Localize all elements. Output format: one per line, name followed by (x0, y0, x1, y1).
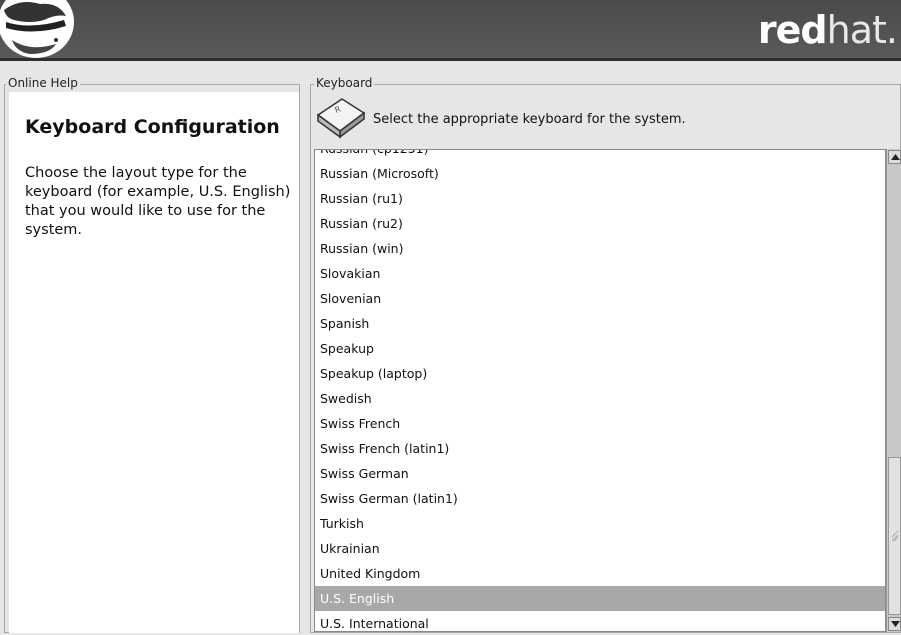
help-text: Choose the layout type for the keyboard … (25, 165, 291, 238)
header-banner: redhat. (0, 0, 901, 58)
keyboard-list-item[interactable]: Speakup (laptop) (315, 361, 885, 386)
keyboard-instruction: Select the appropriate keyboard for the … (373, 112, 686, 127)
keyboard-list-item[interactable]: Russian (Microsoft) (315, 161, 885, 186)
keyboard-list-item[interactable]: Russian (ru1) (315, 186, 885, 211)
keyboard-list-item[interactable]: Swiss French (315, 411, 885, 436)
keyboard-list-item[interactable]: Russian (cp1251) (315, 150, 885, 161)
help-title: Keyboard Configuration (25, 116, 280, 138)
online-help-label: Online Help (6, 76, 80, 90)
arrow-down-icon (891, 621, 900, 627)
banner-divider (0, 58, 901, 61)
brand-wordmark: redhat. (757, 8, 898, 52)
keyboard-list-items: Russian (cp1251)Russian (Microsoft)Russi… (315, 150, 885, 631)
brand-light: hat. (826, 8, 898, 52)
grip-icon (891, 530, 899, 542)
keyboard-list-item[interactable]: U.S. International (315, 611, 885, 631)
list-scrollbar[interactable] (886, 149, 901, 632)
arrow-up-icon (891, 154, 900, 160)
keyboard-list-item[interactable]: Slovakian (315, 261, 885, 286)
keyboard-list-item[interactable]: Turkish (315, 511, 885, 536)
keyboard-list-item[interactable]: Ukrainian (315, 536, 885, 561)
keyboard-list-item[interactable]: U.S. English (315, 586, 885, 611)
keyboard-list-item[interactable]: Swiss German (315, 461, 885, 486)
shadowman-logo (0, 0, 74, 58)
keyboard-label: Keyboard (314, 76, 375, 90)
keyboard-list-item[interactable]: Slovenian (315, 286, 885, 311)
keyboard-key-icon: R (316, 98, 366, 139)
keyboard-list-item[interactable]: Swiss German (latin1) (315, 486, 885, 511)
keyboard-list[interactable]: Russian (cp1251)Russian (Microsoft)Russi… (314, 149, 886, 632)
brand-bold: red (757, 8, 828, 52)
scroll-up-button[interactable] (888, 150, 901, 164)
scrollbar-thumb[interactable] (888, 457, 901, 615)
keyboard-list-item[interactable]: Russian (ru2) (315, 211, 885, 236)
keyboard-list-item[interactable]: Spanish (315, 311, 885, 336)
keyboard-list-item[interactable]: Speakup (315, 336, 885, 361)
keyboard-list-item[interactable]: Swiss French (latin1) (315, 436, 885, 461)
keyboard-list-item[interactable]: Swedish (315, 386, 885, 411)
keyboard-list-item[interactable]: United Kingdom (315, 561, 885, 586)
scroll-down-button[interactable] (888, 617, 901, 631)
keyboard-list-item[interactable]: Russian (win) (315, 236, 885, 261)
